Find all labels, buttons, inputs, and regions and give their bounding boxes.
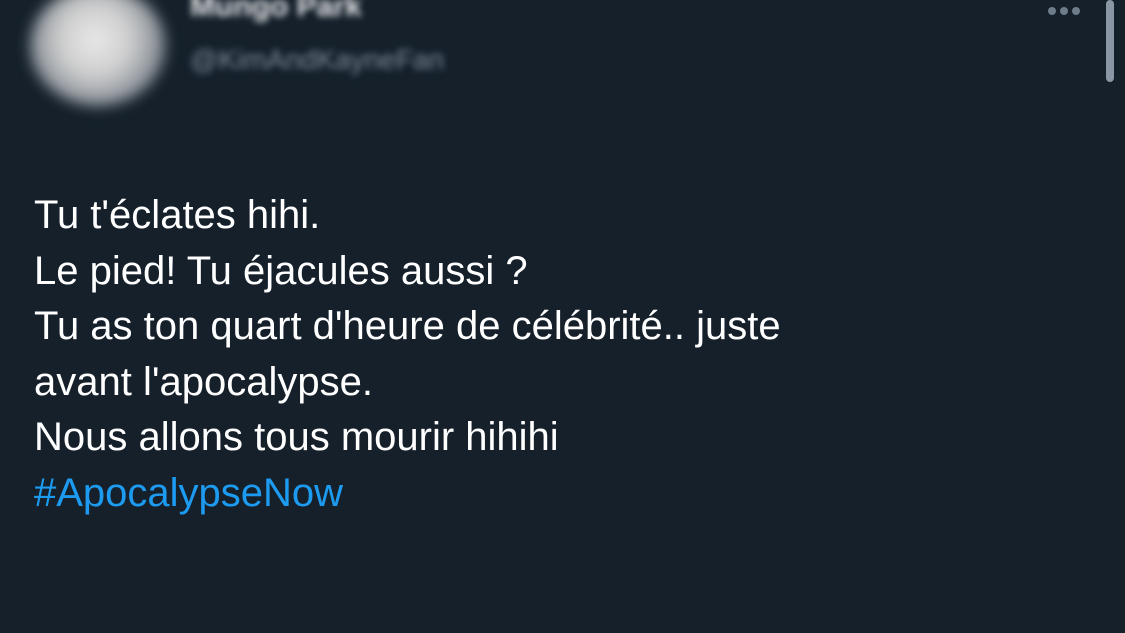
hashtag-link[interactable]: #ApocalypseNow (34, 466, 1054, 522)
avatar[interactable] (30, 0, 166, 106)
author-display-name[interactable]: Mungo Park (190, 0, 362, 24)
tweet-line: Tu t'éclates hihi. (34, 193, 321, 237)
tweet-line: Nous allons tous mourir hihihi (34, 415, 559, 460)
tweet-line: Tu as ton quart d'heure de célébrité.. j… (34, 304, 781, 349)
tweet-line: Le pied! Tu éjacules aussi ? (34, 248, 528, 293)
more-horizontal-icon-dot (1060, 7, 1068, 15)
tweet-line: avant l'apocalypse. (34, 359, 373, 404)
tweet-text: Tu t'éclates hihi. Le pied! Tu éjacules … (34, 188, 1054, 522)
more-horizontal-icon (1048, 7, 1056, 15)
tweet-author[interactable]: Mungo Park @KimAndKayneFan (190, 0, 790, 100)
scrollbar-thumb[interactable] (1106, 0, 1114, 82)
author-handle[interactable]: @KimAndKayneFan (190, 44, 444, 76)
more-options-button[interactable] (1038, 0, 1090, 22)
more-horizontal-icon-dot (1072, 7, 1080, 15)
